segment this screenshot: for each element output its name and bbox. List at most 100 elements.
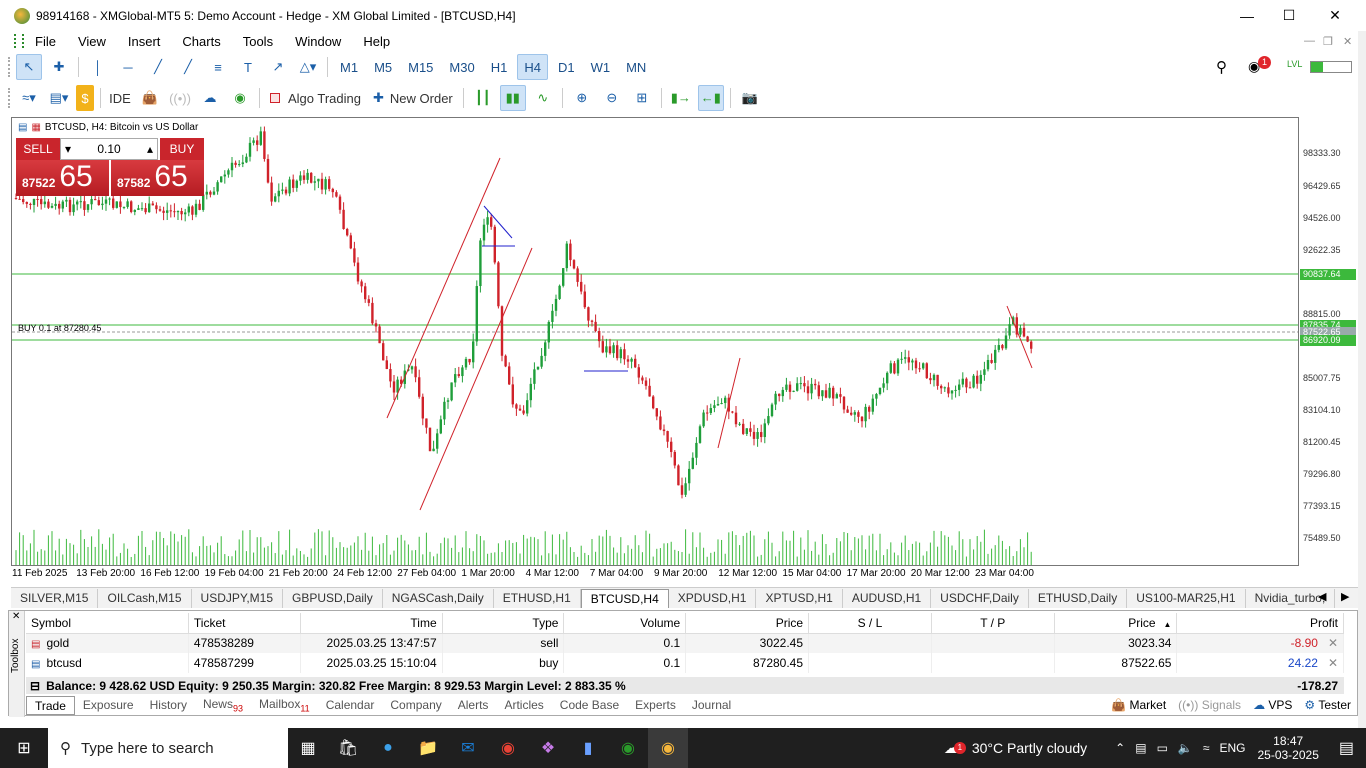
- toolbox-tab-trade[interactable]: Trade: [26, 695, 75, 715]
- weather-text[interactable]: 30°C Partly cloudy: [972, 740, 1087, 756]
- chart-tab[interactable]: NGASCash,Daily: [383, 588, 494, 608]
- battery-icon[interactable]: ▭: [1157, 741, 1168, 755]
- toolbox-tab-mailbox[interactable]: Mailbox11: [251, 697, 318, 713]
- tile-windows-icon[interactable]: ⊞: [629, 85, 655, 111]
- chart-tab[interactable]: ETHUSD,Daily: [1029, 588, 1128, 608]
- language-indicator[interactable]: ENG: [1219, 741, 1245, 755]
- chrome-icon[interactable]: ◉: [488, 728, 528, 768]
- col-profit[interactable]: Profit: [1176, 613, 1344, 634]
- candlestick-icon[interactable]: ▮▮: [499, 85, 526, 111]
- shapes-tool-icon[interactable]: △▾: [295, 54, 321, 80]
- chart-tab[interactable]: GBPUSD,Daily: [283, 588, 383, 608]
- menu-tools[interactable]: Tools: [232, 34, 284, 49]
- toolbox-tab-calendar[interactable]: Calendar: [318, 698, 383, 712]
- chart-type-icon[interactable]: ≈▾: [16, 85, 42, 111]
- table-row[interactable]: ▤ gold 478538289 2025.03.25 13:47:57 sell…: [26, 633, 1344, 653]
- chart-tab[interactable]: USDCHF,Daily: [931, 588, 1029, 608]
- volume-icon[interactable]: 🔈: [1178, 741, 1193, 755]
- timeframe-m1[interactable]: M1: [334, 54, 364, 80]
- metatrader-taskbar-icon[interactable]: ◉: [648, 728, 688, 768]
- chevron-up-icon[interactable]: ⌃: [1115, 741, 1125, 755]
- menu-file[interactable]: File: [24, 34, 67, 49]
- market-button[interactable]: 👜 Market: [1111, 698, 1166, 712]
- row-sl[interactable]: [808, 633, 932, 653]
- table-row[interactable]: ▤ btcusd 478587299 2025.03.25 15:10:04 bu…: [26, 653, 1344, 673]
- row-tp[interactable]: [931, 653, 1055, 673]
- mdi-close-icon[interactable]: ✕: [1343, 35, 1352, 48]
- copilot-icon[interactable]: ❖: [528, 728, 568, 768]
- hindi-app-icon[interactable]: ◉: [608, 728, 648, 768]
- tester-button[interactable]: ⚙ Tester: [1304, 698, 1351, 712]
- autoscroll-icon[interactable]: ▮→: [668, 85, 694, 111]
- vps-icon[interactable]: ◉: [227, 85, 253, 111]
- timeframe-m15[interactable]: M15: [402, 54, 439, 80]
- menu-insert[interactable]: Insert: [117, 34, 172, 49]
- timeframe-h1[interactable]: H1: [485, 54, 514, 80]
- market-icon[interactable]: $: [76, 85, 94, 111]
- toolbox-tab-history[interactable]: History: [142, 698, 195, 712]
- signals-button[interactable]: ((•)) Signals: [1178, 698, 1241, 712]
- chart-tab[interactable]: OILCash,M15: [98, 588, 192, 608]
- chart-depth-icon[interactable]: ▦: [31, 122, 40, 133]
- ide-button[interactable]: IDE: [107, 85, 133, 111]
- crosshair-tool-icon[interactable]: ✚: [46, 54, 72, 80]
- col-current-price[interactable]: Price ▲: [1054, 613, 1178, 634]
- search-icon[interactable]: ⚲: [1216, 58, 1227, 76]
- cloud-icon[interactable]: ☁: [197, 85, 223, 111]
- task-view-icon[interactable]: ▦: [288, 728, 328, 768]
- signals-icon[interactable]: ((•)): [167, 85, 193, 111]
- col-ticket[interactable]: Ticket: [188, 613, 301, 634]
- notification-center-icon[interactable]: ▤: [1339, 738, 1354, 758]
- buy-button[interactable]: BUY: [160, 138, 204, 160]
- screenshot-icon[interactable]: 📷: [737, 85, 763, 111]
- store-icon[interactable]: 🛍: [328, 728, 368, 768]
- sell-button[interactable]: SELL: [16, 138, 60, 160]
- tabs-scroll-right-icon[interactable]: ▶: [1341, 590, 1349, 603]
- col-type[interactable]: Type: [442, 613, 565, 634]
- lot-increase-icon[interactable]: ▴: [147, 142, 153, 156]
- arrow-tool-icon[interactable]: ↗: [265, 54, 291, 80]
- trendline-icon[interactable]: ╱: [145, 54, 171, 80]
- vps-button[interactable]: ☁ VPS: [1253, 698, 1292, 712]
- row-tp[interactable]: [931, 633, 1055, 653]
- col-sl[interactable]: S / L: [808, 613, 932, 634]
- timeframe-mn[interactable]: MN: [620, 54, 652, 80]
- horizontal-line-icon[interactable]: ─: [115, 54, 141, 80]
- collapse-icon[interactable]: ⊟: [30, 679, 40, 693]
- zoom-out-icon[interactable]: ⊖: [599, 85, 625, 111]
- close-button[interactable]: ✕: [1312, 0, 1358, 31]
- chart-tab[interactable]: US100-MAR25,H1: [1127, 588, 1246, 608]
- channel-icon[interactable]: ╱: [175, 54, 201, 80]
- algo-trading-button[interactable]: Algo Trading: [266, 85, 365, 111]
- timeframe-w1[interactable]: W1: [585, 54, 617, 80]
- col-tp[interactable]: T / P: [931, 613, 1055, 634]
- chart-tab[interactable]: BTCUSD,H4: [580, 588, 669, 608]
- chart-tab[interactable]: AUDUSD,H1: [843, 588, 932, 608]
- right-scrollbar[interactable]: [1358, 31, 1366, 728]
- menu-window[interactable]: Window: [284, 34, 352, 49]
- menu-charts[interactable]: Charts: [171, 34, 231, 49]
- chart-tab[interactable]: USDJPY,M15: [192, 588, 284, 608]
- meet-icon[interactable]: ▤: [1135, 741, 1146, 755]
- toolbox-tab-alerts[interactable]: Alerts: [450, 698, 497, 712]
- close-position-icon[interactable]: ✕: [1328, 656, 1338, 670]
- menu-view[interactable]: View: [67, 34, 117, 49]
- vertical-line-icon[interactable]: │: [85, 54, 111, 80]
- close-position-icon[interactable]: ✕: [1328, 636, 1338, 650]
- col-symbol[interactable]: Symbol: [26, 613, 189, 634]
- chart-tab[interactable]: SILVER,M15: [11, 588, 99, 608]
- indicators-icon[interactable]: ▤▾: [46, 85, 72, 111]
- shopping-bag-icon[interactable]: 👜: [137, 85, 163, 111]
- chart-app-icon[interactable]: ▮: [568, 728, 608, 768]
- cursor-tool-icon[interactable]: ↖: [16, 54, 42, 80]
- toolbox-tab-company[interactable]: Company: [382, 698, 449, 712]
- chart-tab[interactable]: ETHUSD,H1: [494, 588, 581, 608]
- chart-tab[interactable]: XPDUSD,H1: [669, 588, 757, 608]
- wifi-icon[interactable]: ≈: [1203, 741, 1210, 755]
- tabs-scroll-left-icon[interactable]: ◀: [1318, 590, 1326, 603]
- row-sl[interactable]: [808, 653, 932, 673]
- col-price[interactable]: Price: [685, 613, 810, 634]
- maximize-button[interactable]: ☐: [1266, 0, 1312, 31]
- toolbox-close-icon[interactable]: ✕: [9, 611, 24, 622]
- bar-chart-icon[interactable]: ┃┃: [470, 85, 496, 111]
